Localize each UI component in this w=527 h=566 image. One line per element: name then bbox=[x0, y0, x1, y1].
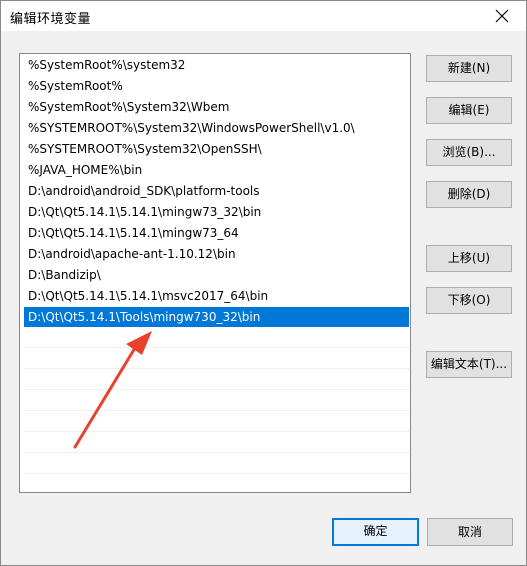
dialog-title: 编辑环境变量 bbox=[10, 12, 92, 27]
close-button[interactable] bbox=[480, 1, 526, 31]
move-up-button[interactable]: 上移(U) bbox=[426, 245, 512, 272]
empty-list-row[interactable] bbox=[24, 328, 409, 348]
empty-list-row[interactable] bbox=[24, 433, 409, 453]
path-list-item[interactable]: %SYSTEMROOT%\System32\OpenSSH\ bbox=[24, 139, 409, 159]
cancel-button[interactable]: 取消 bbox=[427, 518, 513, 546]
close-icon bbox=[495, 9, 509, 23]
empty-list-row[interactable] bbox=[24, 349, 409, 369]
empty-list-row[interactable] bbox=[24, 391, 409, 411]
ok-button[interactable]: 确定 bbox=[332, 518, 419, 546]
path-list-item[interactable]: D:\Qt\Qt5.14.1\5.14.1\msvc2017_64\bin bbox=[24, 286, 409, 306]
new-button[interactable]: 新建(N) bbox=[426, 55, 512, 82]
path-list[interactable]: %SystemRoot%\system32 %SystemRoot% %Syst… bbox=[19, 53, 411, 493]
empty-list-row[interactable] bbox=[24, 412, 409, 432]
empty-list-row[interactable] bbox=[24, 454, 409, 474]
edit-button[interactable]: 编辑(E) bbox=[426, 97, 512, 124]
path-list-item[interactable]: %SystemRoot%\system32 bbox=[24, 55, 409, 75]
path-list-item[interactable]: D:\Bandizip\ bbox=[24, 265, 409, 285]
path-list-item[interactable]: D:\android\android_SDK\platform-tools bbox=[24, 181, 409, 201]
path-list-item[interactable]: D:\Qt\Qt5.14.1\5.14.1\mingw73_64 bbox=[24, 223, 409, 243]
edit-env-var-dialog: 编辑环境变量 %SystemRoot%\system32 %SystemRoot… bbox=[0, 0, 527, 566]
path-list-item[interactable]: %SYSTEMROOT%\System32\WindowsPowerShell\… bbox=[24, 118, 409, 138]
title-bar: 编辑环境变量 bbox=[1, 1, 526, 31]
move-down-button[interactable]: 下移(O) bbox=[426, 287, 512, 314]
path-list-item[interactable]: %SystemRoot% bbox=[24, 76, 409, 96]
path-list-item-selected[interactable]: D:\Qt\Qt5.14.1\Tools\mingw730_32\bin bbox=[24, 307, 409, 327]
browse-button[interactable]: 浏览(B)... bbox=[426, 139, 512, 166]
path-list-item[interactable]: D:\android\apache-ant-1.10.12\bin bbox=[24, 244, 409, 264]
delete-button[interactable]: 删除(D) bbox=[426, 181, 512, 208]
path-list-item[interactable]: %JAVA_HOME%\bin bbox=[24, 160, 409, 180]
empty-list-row[interactable] bbox=[24, 370, 409, 390]
edit-text-button[interactable]: 编辑文本(T)... bbox=[426, 351, 512, 378]
path-list-item[interactable]: %SystemRoot%\System32\Wbem bbox=[24, 97, 409, 117]
path-list-item[interactable]: D:\Qt\Qt5.14.1\5.14.1\mingw73_32\bin bbox=[24, 202, 409, 222]
